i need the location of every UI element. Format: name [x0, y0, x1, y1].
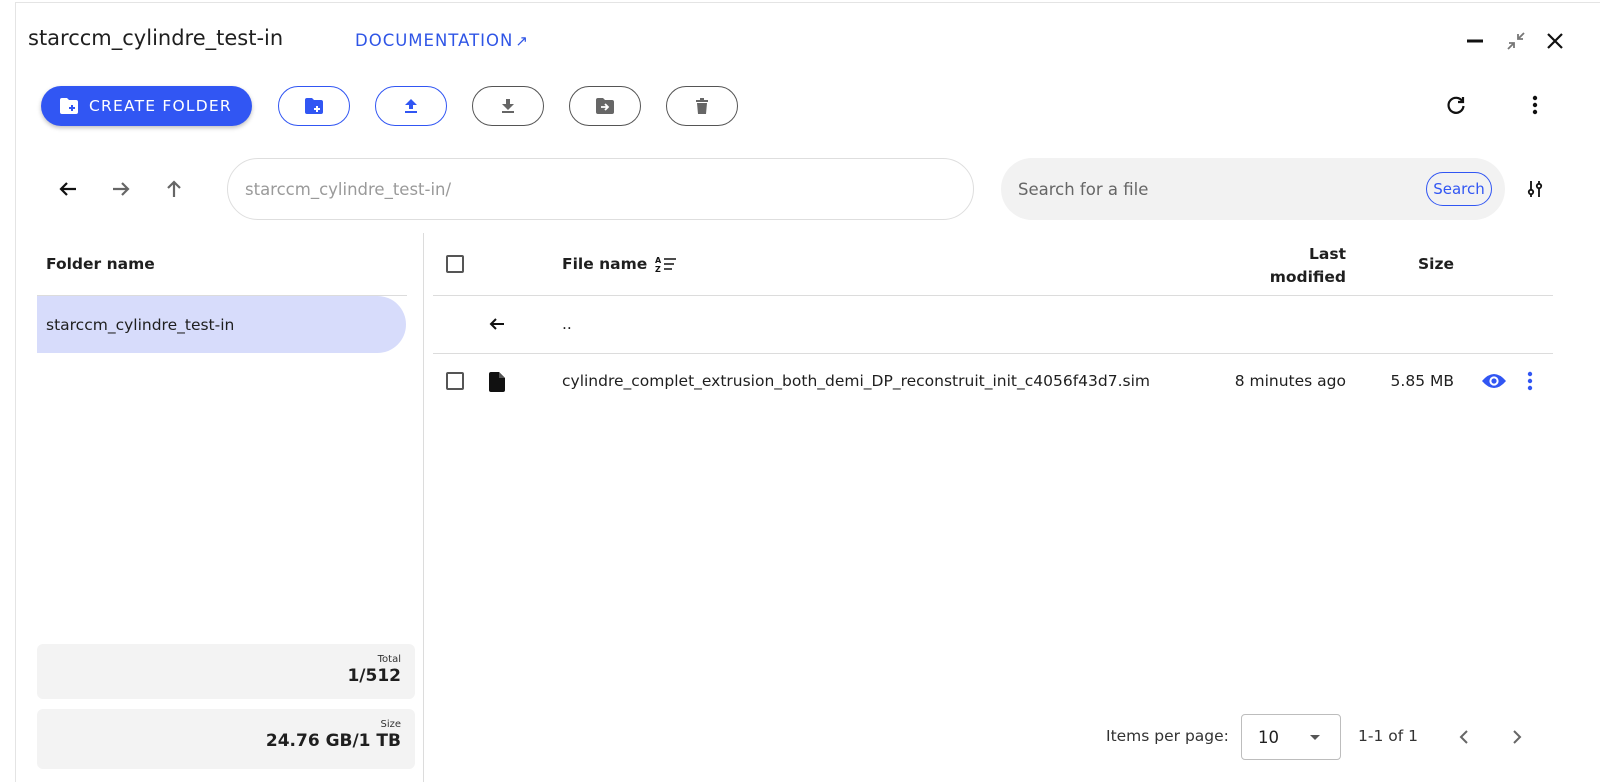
folder-item-label: starccm_cylindre_test-in — [46, 315, 235, 334]
minimize-icon — [1467, 39, 1483, 43]
size-header[interactable]: Size — [1393, 255, 1454, 273]
delete-button[interactable] — [666, 86, 738, 126]
collapse-button[interactable] — [1503, 28, 1529, 54]
upload-icon — [405, 99, 417, 113]
create-folder-button[interactable]: CREATE FOLDER — [41, 86, 252, 126]
total-value: 1/512 — [347, 666, 401, 686]
folder-panel: Folder name starccm_cylindre_test-in Tot… — [37, 233, 424, 782]
header-divider — [433, 295, 1553, 296]
file-name-header-label: File name — [562, 255, 648, 273]
more-vert-icon — [1532, 95, 1538, 115]
chevron-down-icon — [1310, 735, 1320, 740]
last-modified-header-line2: modified — [1269, 268, 1346, 286]
search-button[interactable]: Search — [1426, 172, 1492, 206]
window-title: starccm_cylindre_test-in — [28, 26, 284, 50]
folder-item-starccm-cylindre-test-in[interactable]: starccm_cylindre_test-in — [37, 296, 406, 353]
parent-folder-button[interactable] — [157, 172, 191, 206]
pagination-range: 1-1 of 1 — [1358, 727, 1418, 745]
path-input[interactable] — [227, 158, 974, 220]
close-icon — [1547, 33, 1563, 49]
eye-icon — [1482, 374, 1506, 388]
delete-icon — [696, 98, 708, 114]
preview-button[interactable] — [1477, 364, 1511, 398]
items-per-page-value: 10 — [1258, 727, 1279, 747]
upload-button[interactable] — [375, 86, 447, 126]
new-folder-icon — [305, 98, 323, 114]
collapse-icon — [1507, 32, 1525, 50]
select-all-checkbox[interactable] — [446, 255, 464, 273]
arrow-right-icon — [113, 182, 130, 196]
last-modified-header[interactable]: Last modified — [1213, 243, 1346, 289]
arrow-left-icon — [59, 182, 76, 196]
svg-text:Z: Z — [655, 265, 661, 273]
forward-button[interactable] — [104, 172, 138, 206]
move-icon — [596, 98, 614, 114]
row-checkbox[interactable] — [446, 372, 464, 390]
move-button[interactable] — [569, 86, 641, 126]
next-page-button[interactable] — [1500, 720, 1534, 754]
last-modified-header-line1: Last — [1309, 245, 1346, 263]
file-size: 5.85 MB — [1390, 372, 1454, 390]
refresh-icon — [1447, 96, 1465, 114]
parent-directory-label: .. — [562, 315, 572, 333]
more-options-button[interactable] — [1518, 88, 1552, 122]
chevron-right-icon — [1513, 730, 1522, 744]
row-more-button[interactable] — [1513, 364, 1547, 398]
minimize-button[interactable] — [1462, 28, 1488, 54]
total-stat-card: Total 1/512 — [37, 644, 415, 699]
filter-settings-button[interactable] — [1518, 172, 1552, 206]
more-vert-icon — [1527, 371, 1533, 391]
items-per-page-select[interactable]: 10 — [1241, 714, 1341, 760]
folder-name-header: Folder name — [46, 255, 155, 273]
parent-arrow-button[interactable] — [480, 307, 514, 341]
file-icon — [489, 372, 505, 392]
refresh-button[interactable] — [1439, 88, 1473, 122]
search-box: Search — [1001, 158, 1505, 220]
external-link-icon: ↗ — [515, 32, 529, 50]
search-input[interactable] — [1018, 158, 1418, 220]
create-folder-icon — [60, 98, 78, 114]
size-value: 24.76 GB/1 TB — [265, 731, 401, 751]
download-button[interactable] — [472, 86, 544, 126]
create-folder-label: CREATE FOLDER — [89, 97, 232, 115]
svg-text:A: A — [655, 256, 662, 265]
file-name[interactable]: cylindre_complet_extrusion_both_demi_DP_… — [562, 372, 1150, 390]
sort-alpha-icon: A Z — [655, 256, 677, 273]
arrow-left-icon — [489, 318, 504, 330]
new-folder-button[interactable] — [278, 86, 350, 126]
close-button[interactable] — [1542, 28, 1568, 54]
documentation-label: DOCUMENTATION — [355, 31, 514, 50]
size-stat-card: Size 24.76 GB/1 TB — [37, 709, 415, 769]
size-label: Size — [380, 719, 401, 730]
row-divider — [433, 353, 1553, 354]
previous-page-button[interactable] — [1447, 720, 1481, 754]
documentation-link[interactable]: DOCUMENTATION ↗ — [355, 31, 529, 50]
tune-icon — [1527, 181, 1543, 197]
chevron-left-icon — [1459, 730, 1468, 744]
download-icon — [502, 99, 514, 113]
back-button[interactable] — [51, 172, 85, 206]
file-name-header[interactable]: File name A Z — [562, 255, 677, 273]
arrow-up-icon — [167, 180, 181, 197]
file-modified: 8 minutes ago — [1234, 372, 1346, 390]
items-per-page-label: Items per page: — [1106, 727, 1229, 745]
total-label: Total — [377, 654, 401, 665]
